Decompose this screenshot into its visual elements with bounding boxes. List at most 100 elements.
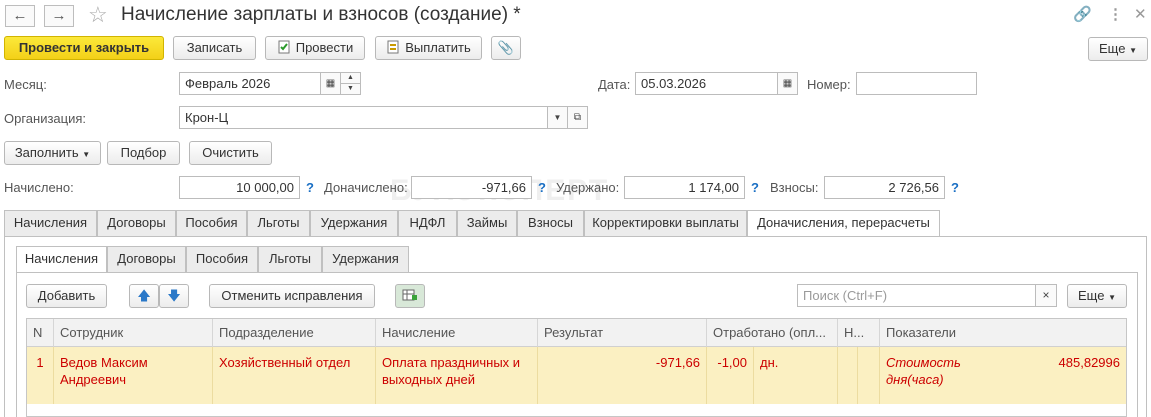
table-more-button[interactable]: Еще ▼ bbox=[1067, 284, 1127, 308]
cell-unit[interactable]: дн. bbox=[754, 347, 838, 404]
calendar-icon: ▦ bbox=[782, 78, 793, 89]
col-n[interactable]: N bbox=[27, 319, 54, 347]
cell-indicator-value[interactable]: 485,82996 bbox=[1000, 347, 1126, 404]
withheld-label: Удержано: bbox=[556, 180, 620, 195]
save-button[interactable]: Записать bbox=[173, 36, 256, 60]
calendar-icon: ▦ bbox=[325, 78, 336, 89]
col-n2[interactable]: Н... bbox=[838, 319, 880, 347]
attach-button[interactable]: 📎 bbox=[491, 36, 521, 60]
forward-button[interactable]: → bbox=[44, 5, 74, 27]
arrow-up-icon: 🡅 bbox=[137, 288, 151, 303]
col-indicators[interactable]: Показатели bbox=[880, 319, 1126, 347]
cell-n: 1 bbox=[27, 347, 54, 404]
month-input[interactable]: Февраль 2026 bbox=[179, 72, 321, 95]
month-down-button[interactable]: ▼ bbox=[340, 83, 361, 95]
organization-input[interactable]: Крон-Ц bbox=[179, 106, 548, 129]
close-icon[interactable]: ✕ bbox=[1134, 5, 1147, 23]
subtab-benefits[interactable]: Пособия bbox=[186, 246, 258, 272]
number-input[interactable] bbox=[856, 72, 977, 95]
additional-value: -971,66 bbox=[411, 176, 532, 199]
post-button[interactable]: Провести bbox=[265, 36, 365, 60]
tab-accruals[interactable]: Начисления bbox=[4, 210, 97, 236]
link-icon[interactable]: 🔗 bbox=[1073, 5, 1092, 23]
chevron-down-icon: ▼ bbox=[82, 150, 91, 159]
move-up-button[interactable]: 🡅 bbox=[129, 284, 159, 308]
col-department[interactable]: Подразделение bbox=[213, 319, 376, 347]
post-doc-icon bbox=[277, 39, 291, 54]
tab-benefits[interactable]: Пособия bbox=[176, 210, 247, 236]
tab-loans[interactable]: Займы bbox=[457, 210, 517, 236]
organization-dropdown-button[interactable]: ▼ bbox=[547, 106, 568, 129]
cell-indicator-name[interactable]: Стоимость дня(часа) bbox=[880, 347, 1000, 404]
number-label: Номер: bbox=[807, 77, 851, 92]
pay-button[interactable]: Выплатить bbox=[375, 36, 482, 60]
cell-n2a bbox=[838, 347, 858, 404]
organization-open-button[interactable]: ⧉ bbox=[567, 106, 588, 129]
more-button[interactable]: Еще ▼ bbox=[1088, 37, 1148, 61]
col-worked[interactable]: Отработано (опл... bbox=[707, 319, 838, 347]
chevron-down-icon: ▼ bbox=[553, 113, 562, 122]
post-and-close-button[interactable]: Провести и закрыть bbox=[4, 36, 164, 60]
fill-label: Заполнить bbox=[14, 145, 79, 160]
organization-label: Организация: bbox=[4, 111, 87, 126]
tab-ndfl[interactable]: НДФЛ bbox=[398, 210, 457, 236]
clear-x-icon: × bbox=[1042, 288, 1050, 302]
date-calendar-button[interactable]: ▦ bbox=[777, 72, 798, 95]
accruals-table: N Сотрудник Подразделение Начисление Рез… bbox=[26, 318, 1127, 417]
select-button[interactable]: Подбор bbox=[107, 141, 180, 165]
cell-employee[interactable]: Ведов Максим Андреевич bbox=[54, 347, 213, 404]
tab-contracts[interactable]: Договоры bbox=[97, 210, 176, 236]
accrued-help-icon[interactable]: ? bbox=[306, 180, 314, 195]
col-accrual[interactable]: Начисление bbox=[376, 319, 538, 347]
subtab-deductions[interactable]: Удержания bbox=[322, 246, 409, 272]
table-more-label: Еще bbox=[1078, 288, 1105, 303]
accrued-value: 10 000,00 bbox=[179, 176, 300, 199]
cell-department[interactable]: Хозяйственный отдел bbox=[213, 347, 376, 404]
back-button[interactable]: ← bbox=[5, 5, 35, 27]
subtab-accruals[interactable]: Начисления bbox=[16, 246, 107, 273]
arrow-right-icon: → bbox=[51, 7, 67, 24]
chevron-up-icon: ▲ bbox=[347, 74, 354, 81]
cell-accrual[interactable]: Оплата праздничных и выходных дней bbox=[376, 347, 538, 404]
arrow-down-icon: 🡇 bbox=[167, 288, 181, 303]
table-header: N Сотрудник Подразделение Начисление Рез… bbox=[27, 319, 1126, 347]
move-down-button[interactable]: 🡇 bbox=[159, 284, 189, 308]
col-employee[interactable]: Сотрудник bbox=[54, 319, 213, 347]
more-vert-icon[interactable]: ⋮ bbox=[1108, 5, 1123, 23]
tab-privileges[interactable]: Льготы bbox=[247, 210, 310, 236]
paperclip-icon: 📎 bbox=[497, 40, 515, 55]
contributions-label: Взносы: bbox=[770, 180, 819, 195]
subtab-contracts[interactable]: Договоры bbox=[107, 246, 186, 272]
more-label: Еще bbox=[1099, 41, 1126, 56]
col-result[interactable]: Результат bbox=[538, 319, 707, 347]
contributions-help-icon[interactable]: ? bbox=[951, 180, 959, 195]
open-window-icon: ⧉ bbox=[573, 112, 582, 123]
chevron-down-icon: ▼ bbox=[1129, 46, 1137, 55]
month-label: Месяц: bbox=[4, 77, 47, 92]
clear-button[interactable]: Очистить bbox=[189, 141, 272, 165]
additional-help-icon[interactable]: ? bbox=[538, 180, 546, 195]
table-add-icon bbox=[402, 288, 418, 303]
date-label: Дата: bbox=[598, 77, 631, 92]
table-settings-button[interactable] bbox=[395, 284, 425, 308]
fill-button[interactable]: Заполнить ▼ bbox=[4, 141, 101, 165]
tab-payment-corrections[interactable]: Корректировки выплаты bbox=[584, 210, 747, 236]
search-input[interactable]: Поиск (Ctrl+F) bbox=[797, 284, 1036, 307]
tab-recalculations[interactable]: Доначисления, перерасчеты bbox=[747, 210, 940, 237]
tab-deductions[interactable]: Удержания bbox=[310, 210, 398, 236]
tab-contributions[interactable]: Взносы bbox=[517, 210, 584, 236]
subtab-privileges[interactable]: Льготы bbox=[258, 246, 322, 272]
add-button[interactable]: Добавить bbox=[26, 284, 107, 308]
cell-worked[interactable]: -1,00 bbox=[707, 347, 754, 404]
arrow-left-icon: ← bbox=[12, 7, 28, 24]
date-input[interactable]: 05.03.2026 bbox=[635, 72, 778, 95]
withheld-help-icon[interactable]: ? bbox=[751, 180, 759, 195]
cancel-corrections-button[interactable]: Отменить исправления bbox=[209, 284, 375, 308]
cell-n2b bbox=[858, 347, 880, 404]
month-calendar-button[interactable]: ▦ bbox=[320, 72, 341, 95]
table-row[interactable]: 1 Ведов Максим Андреевич Хозяйственный о… bbox=[27, 347, 1126, 404]
search-clear-button[interactable]: × bbox=[1035, 284, 1057, 307]
star-icon[interactable]: ☆ bbox=[88, 2, 108, 28]
chevron-down-icon: ▼ bbox=[1108, 293, 1116, 302]
cell-result[interactable]: -971,66 bbox=[538, 347, 707, 404]
